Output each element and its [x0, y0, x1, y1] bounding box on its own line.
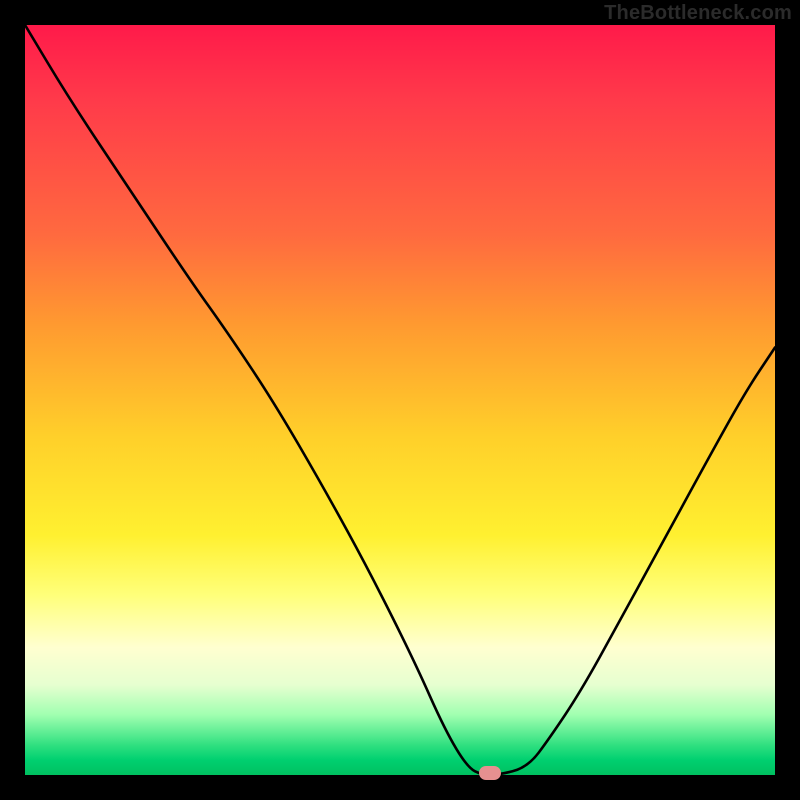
- bottleneck-curve: [25, 25, 775, 775]
- optimal-point-marker: [479, 766, 501, 780]
- plot-area: [25, 25, 775, 775]
- watermark-text: TheBottleneck.com: [604, 2, 792, 25]
- bottleneck-curve-svg: [25, 25, 775, 775]
